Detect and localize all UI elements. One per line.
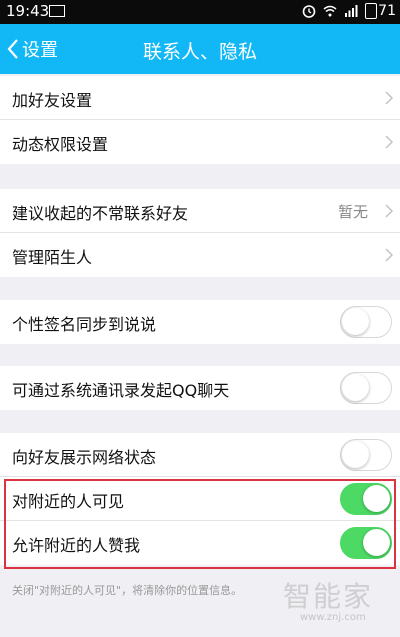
row-label: 对附近的人可见	[12, 492, 125, 511]
page-title: 联系人、隐私	[142, 41, 257, 63]
row-label: 可通过系统通讯录发起QQ聊天	[12, 381, 230, 400]
navigation-bar: 设置 联系人、隐私	[0, 24, 400, 74]
show-network-status-toggle[interactable]	[340, 439, 392, 471]
settings-group-address-book: 可通过系统通讯录发起QQ聊天	[0, 366, 400, 410]
status-time: 19:43	[6, 2, 50, 20]
toggle-knob	[342, 374, 369, 401]
row-value: 暂无	[337, 203, 368, 221]
visible-to-nearby-row: 对附近的人可见	[0, 477, 400, 521]
toggle-knob	[363, 485, 390, 512]
status-bar: 19:43 71	[0, 0, 400, 24]
row-label: 加好友设置	[12, 91, 93, 110]
toggle-knob	[363, 529, 390, 556]
row-label: 建议收起的不常联系好友	[12, 204, 189, 223]
alarm-icon	[302, 5, 316, 18]
row-label: 允许附近的人赞我	[12, 536, 141, 555]
row-label: 个性签名同步到说说	[12, 315, 157, 334]
allow-nearby-likes-toggle[interactable]	[340, 527, 392, 559]
chevron-right-icon	[385, 204, 394, 218]
address-book-chat-toggle[interactable]	[340, 372, 392, 404]
add-friend-settings-row[interactable]: 加好友设置	[0, 76, 400, 120]
toggle-knob	[342, 308, 369, 335]
toggle-knob	[342, 441, 369, 468]
watermark-logo: 智能家	[283, 580, 374, 613]
manage-strangers-row[interactable]: 管理陌生人	[0, 233, 400, 277]
address-book-chat-row: 可通过系统通讯录发起QQ聊天	[0, 366, 400, 410]
settings-group-signature: 个性签名同步到说说	[0, 300, 400, 344]
settings-group-contacts: 建议收起的不常联系好友 暂无 管理陌生人	[0, 189, 400, 277]
feed-permission-settings-row[interactable]: 动态权限设置	[0, 120, 400, 164]
inactive-friends-row[interactable]: 建议收起的不常联系好友 暂无	[0, 189, 400, 233]
signal-icon	[345, 5, 358, 17]
battery-indicator: 71	[365, 3, 396, 19]
battery-level: 71	[378, 3, 396, 19]
chevron-right-icon	[385, 135, 394, 149]
row-label: 向好友展示网络状态	[12, 448, 157, 467]
watermark-url: www.znj.com	[300, 612, 366, 623]
wifi-icon	[323, 5, 337, 17]
chevron-right-icon	[385, 91, 394, 105]
sync-signature-toggle[interactable]	[340, 306, 392, 338]
image-notification-icon	[49, 5, 65, 17]
settings-group-friends: 加好友设置 动态权限设置	[0, 76, 400, 164]
footer-note: 关闭"对附近的人可见"，将清除你的位置信息。	[12, 584, 243, 597]
chevron-right-icon	[385, 248, 394, 262]
battery-icon	[365, 3, 378, 19]
settings-group-visibility: 向好友展示网络状态 对附近的人可见 允许附近的人赞我	[0, 433, 400, 565]
visible-to-nearby-toggle[interactable]	[340, 483, 392, 515]
row-label: 管理陌生人	[12, 248, 93, 267]
show-network-status-row: 向好友展示网络状态	[0, 433, 400, 477]
row-label: 动态权限设置	[12, 135, 109, 154]
sync-signature-row: 个性签名同步到说说	[0, 300, 400, 344]
allow-nearby-likes-row: 允许附近的人赞我	[0, 521, 400, 565]
